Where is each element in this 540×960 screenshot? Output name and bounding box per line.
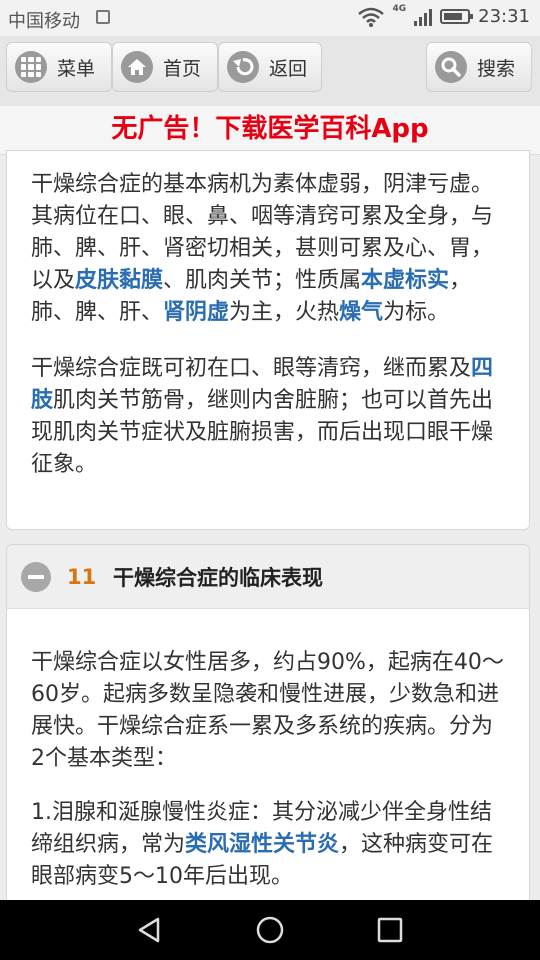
back-button-label: 返回	[269, 57, 308, 80]
sim-card-icon	[96, 10, 110, 24]
collapse-minus-icon[interactable]	[21, 561, 51, 592]
home-button-label: 首页	[163, 57, 202, 80]
system-back-icon[interactable]	[134, 914, 166, 946]
download-app-banner[interactable]: 无广告！下载医学百科App	[0, 106, 540, 155]
section-11-content: 干燥综合症以女性居多，约占90%，起病在40～60岁。起病多数呈隐袭和慢性进展，…	[6, 608, 530, 908]
wifi-icon	[358, 7, 385, 27]
text-run: 干燥综合症以女性居多，约占90%，起病在40～60岁。起病多数呈隐袭和慢性进展，…	[31, 650, 504, 771]
paragraph-clinical-overview: 干燥综合症以女性居多，约占90%，起病在40～60岁。起病多数呈隐袭和慢性进展，…	[7, 609, 529, 775]
carrier-label: 中国移动	[8, 11, 80, 32]
search-icon	[435, 51, 467, 83]
system-navigation-bar	[0, 900, 540, 960]
signal-strength-icon	[414, 8, 433, 26]
home-button[interactable]: 首页	[112, 42, 218, 92]
menu-grid-icon	[15, 51, 47, 83]
menu-button-label: 菜单	[57, 57, 96, 80]
menu-button[interactable]: 菜单	[6, 42, 112, 92]
term-link[interactable]: 皮肤黏膜	[75, 268, 163, 293]
paragraph-pathogenesis: 干燥综合症的基本病机为素体虚弱，阴津亏虚。其病位在口、眼、鼻、咽等清窍可累及全身…	[7, 151, 529, 329]
section-title: 干燥综合症的临床表现	[113, 565, 323, 590]
term-link[interactable]: 燥气	[339, 300, 383, 325]
text-run: 、肌肉关节；性质属	[163, 268, 362, 293]
system-recents-icon[interactable]	[374, 914, 406, 946]
top-nav-bar: 菜单 首页 返回 搜索	[0, 36, 540, 107]
status-bar: 中国移动 4G 23:31	[0, 0, 540, 36]
text-run: 肌肉关节筋骨，继则内舍脏腑；也可以首先出现肌肉关节症状及脏腑损害，而后出现口眼干…	[31, 388, 494, 477]
term-link[interactable]: 本虚标实	[361, 268, 449, 293]
system-home-icon[interactable]	[254, 914, 286, 946]
paragraph-type-1: 1.泪腺和涎腺慢性炎症：其分泌减少伴全身性结缔组织病，常为类风湿性关节炎，这种病…	[7, 775, 529, 893]
clock: 23:31	[478, 6, 530, 27]
term-link[interactable]: 类风湿性关节炎	[185, 832, 339, 857]
text-run: 干燥综合症既可初在口、眼等清窍，继而累及	[31, 356, 472, 381]
term-link[interactable]: 肾阴虚	[163, 300, 229, 325]
paragraph-progression: 干燥综合症既可初在口、眼等清窍，继而累及四肢肌肉关节筋骨，继则内舍脏腑；也可以首…	[7, 329, 529, 481]
back-button[interactable]: 返回	[218, 42, 322, 92]
text-run: 为主，火热	[229, 300, 340, 325]
home-icon	[121, 51, 153, 83]
back-arrow-icon	[227, 51, 259, 83]
network-type-label: 4G	[392, 3, 407, 14]
section-10-content: 干燥综合症的基本病机为素体虚弱，阴津亏虚。其病位在口、眼、鼻、咽等清窍可累及全身…	[6, 150, 530, 530]
section-number: 11	[67, 564, 97, 589]
battery-icon	[440, 9, 474, 24]
search-button-label: 搜索	[477, 57, 516, 80]
section-11-header[interactable]: 11 干燥综合症的临床表现	[6, 544, 530, 608]
text-run: 为标。	[383, 300, 450, 325]
search-button[interactable]: 搜索	[426, 42, 532, 92]
